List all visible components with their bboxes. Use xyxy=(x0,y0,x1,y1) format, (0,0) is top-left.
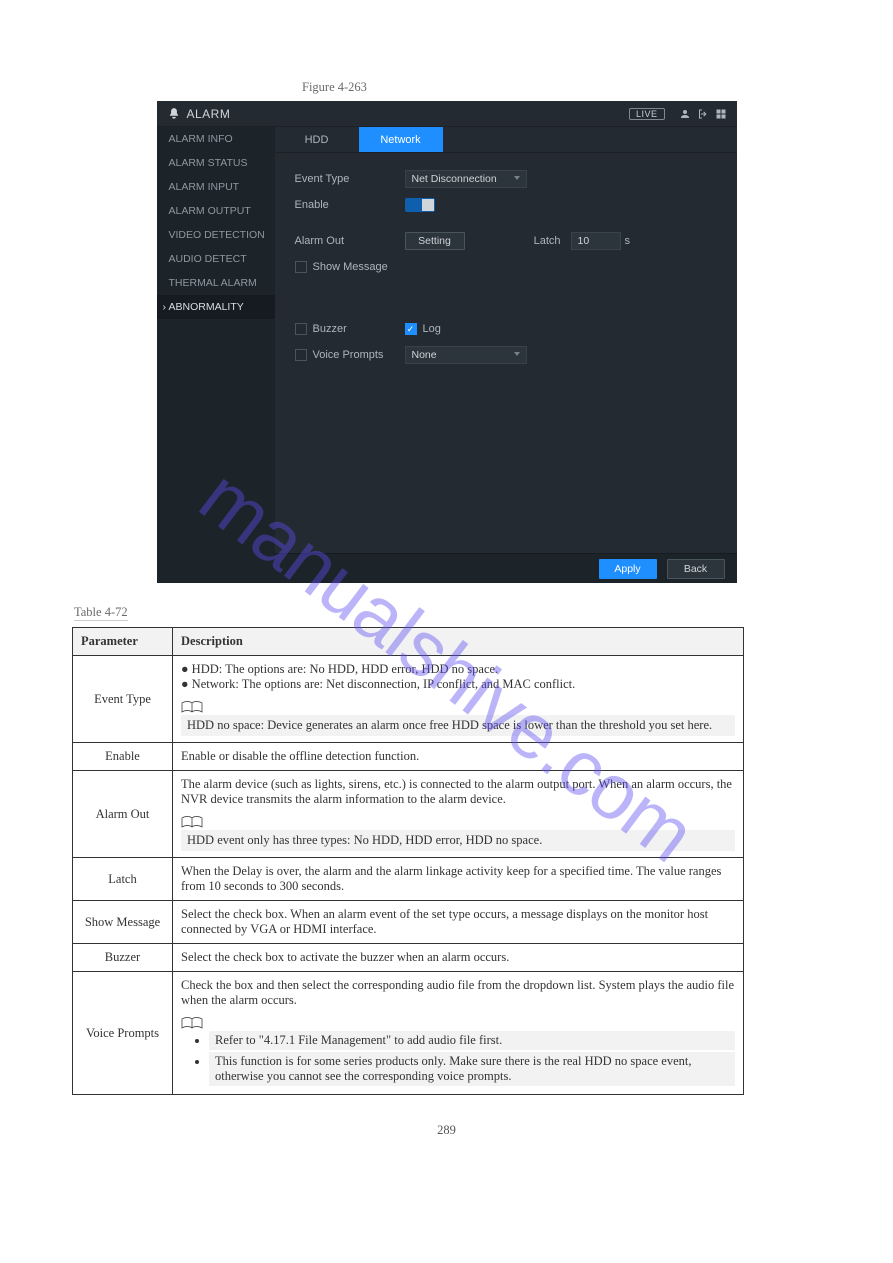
apply-button[interactable]: Apply xyxy=(599,559,657,579)
figure-caption: Figure 4-263 xyxy=(302,80,821,95)
alarm-main-panel: HDDNetwork Event Type Net Disconnection … xyxy=(275,127,737,583)
chevron-down-icon xyxy=(514,176,520,180)
sidebar-item-audio-detect[interactable]: AUDIO DETECT xyxy=(157,247,275,271)
sidebar-item-alarm-status[interactable]: ALARM STATUS xyxy=(157,151,275,175)
latch-unit: s xyxy=(625,235,631,247)
event-type-select[interactable]: Net Disconnection xyxy=(405,170,527,188)
param-name: Show Message xyxy=(73,901,173,944)
log-label: Log xyxy=(423,323,441,335)
param-name: Event Type xyxy=(73,656,173,743)
param-name: Latch xyxy=(73,858,173,901)
live-badge[interactable]: LIVE xyxy=(629,108,665,120)
voice-prompts-select[interactable]: None xyxy=(405,346,527,364)
footer-actions: Apply Back xyxy=(275,553,737,583)
log-checkbox[interactable]: ✓ xyxy=(405,323,417,335)
enable-toggle[interactable] xyxy=(405,198,435,212)
sidebar-item-alarm-info[interactable]: ALARM INFO xyxy=(157,127,275,151)
sidebar-item-abnormality[interactable]: ABNORMALITY xyxy=(157,295,275,319)
col-description: Description xyxy=(173,628,744,656)
param-desc: Select the check box to activate the buz… xyxy=(173,944,744,972)
event-type-label: Event Type xyxy=(295,173,405,185)
param-desc: ● HDD: The options are: No HDD, HDD erro… xyxy=(173,656,744,743)
param-name: Alarm Out xyxy=(73,771,173,858)
col-parameter: Parameter xyxy=(73,628,173,656)
app-title: ALARM xyxy=(187,107,231,121)
sidebar-item-video-detection[interactable]: VIDEO DETECTION xyxy=(157,223,275,247)
show-message-checkbox[interactable] xyxy=(295,261,307,273)
app-header: ALARM LIVE xyxy=(157,101,737,127)
param-name: Voice Prompts xyxy=(73,972,173,1095)
buzzer-checkbox[interactable] xyxy=(295,323,307,335)
page-number: 289 xyxy=(72,1123,821,1138)
tab-network[interactable]: Network xyxy=(359,127,443,152)
sidebar-item-alarm-input[interactable]: ALARM INPUT xyxy=(157,175,275,199)
buzzer-label: Buzzer xyxy=(313,323,347,335)
param-name: Enable xyxy=(73,743,173,771)
sidebar-item-thermal-alarm[interactable]: THERMAL ALARM xyxy=(157,271,275,295)
user-icon[interactable] xyxy=(679,108,691,120)
parameter-table: Parameter Description Event Type● HDD: T… xyxy=(72,627,744,1095)
latch-label: Latch xyxy=(521,235,561,247)
table-caption: Table 4-72 xyxy=(74,605,128,621)
voice-prompts-label: Voice Prompts xyxy=(313,349,384,361)
latch-input[interactable] xyxy=(571,232,621,250)
tab-hdd[interactable]: HDD xyxy=(275,127,359,152)
abnormality-tabs: HDDNetwork xyxy=(275,127,737,153)
param-desc: Check the box and then select the corres… xyxy=(173,972,744,1095)
note-icon xyxy=(181,1017,203,1031)
alarm-settings-screenshot: ALARM LIVE ALARM INFOALARM STATUSALARM I… xyxy=(157,101,737,583)
show-message-label: Show Message xyxy=(313,261,388,273)
enable-label: Enable xyxy=(295,199,405,211)
param-desc: Select the check box. When an alarm even… xyxy=(173,901,744,944)
alarm-icon xyxy=(167,107,181,121)
voice-prompts-checkbox[interactable] xyxy=(295,349,307,361)
note-icon xyxy=(181,816,203,830)
param-name: Buzzer xyxy=(73,944,173,972)
param-desc: Enable or disable the offline detection … xyxy=(173,743,744,771)
back-button[interactable]: Back xyxy=(667,559,725,579)
alarm-out-setting-button[interactable]: Setting xyxy=(405,232,465,250)
sidebar-item-alarm-output[interactable]: ALARM OUTPUT xyxy=(157,199,275,223)
param-desc: When the Delay is over, the alarm and th… xyxy=(173,858,744,901)
grid-icon[interactable] xyxy=(715,108,727,120)
voice-prompts-value: None xyxy=(412,349,437,361)
note-icon xyxy=(181,701,203,715)
event-type-value: Net Disconnection xyxy=(412,173,497,185)
param-desc: The alarm device (such as lights, sirens… xyxy=(173,771,744,858)
chevron-down-icon xyxy=(514,352,520,356)
alarm-out-label: Alarm Out xyxy=(295,235,405,247)
exit-icon[interactable] xyxy=(697,108,709,120)
alarm-sidebar: ALARM INFOALARM STATUSALARM INPUTALARM O… xyxy=(157,127,275,583)
